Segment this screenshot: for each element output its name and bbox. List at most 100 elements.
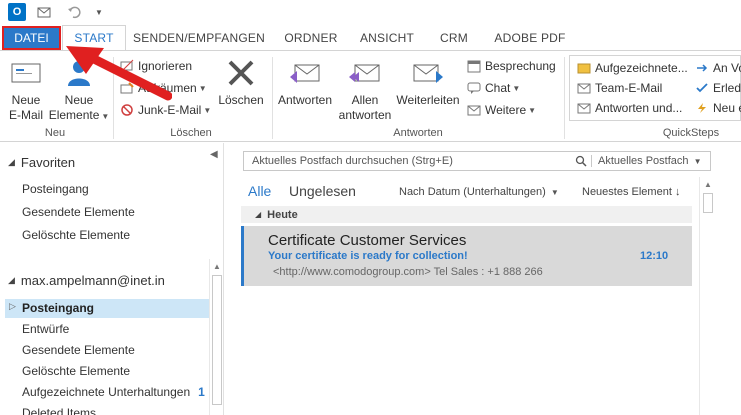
scrollbar-thumb[interactable] [212, 275, 222, 405]
cleanup-icon [119, 80, 135, 96]
folder-inbox[interactable]: Posteingang [22, 301, 94, 315]
folder-recorded-conversations[interactable]: Aufgezeichnete Unterhaltungen 1 [22, 385, 205, 399]
ignore-button[interactable]: Ignorieren [119, 56, 192, 76]
folder-favorite-inbox[interactable]: Posteingang [22, 182, 89, 196]
delete-button[interactable]: Löschen [214, 55, 268, 108]
folder-recorded-label: Aufgezeichnete Unterhaltungen [22, 385, 191, 399]
meeting-label: Besprechung [485, 59, 556, 73]
group-separator [564, 57, 565, 139]
group-header-today[interactable]: ◢ Heute [241, 206, 692, 223]
forward-icon [411, 55, 445, 91]
tab-folder[interactable]: ORDNER [280, 25, 342, 50]
filter-unread[interactable]: Ungelesen [289, 183, 356, 199]
unread-count-badge: 1 [198, 385, 205, 399]
new-items-button[interactable]: Neue Elemente ▼ [49, 55, 109, 124]
new-email-label-2: E-Mail [8, 108, 43, 122]
scrollbar-thumb[interactable] [703, 193, 713, 213]
quicksteps-gallery: Aufgezeichnete... Team-E-Mail Antworten … [569, 55, 741, 121]
search-icon[interactable] [570, 155, 592, 167]
expand-triangle-icon[interactable]: ▷ [9, 301, 16, 312]
tab-crm[interactable]: CRM [432, 25, 476, 50]
team-email-icon [576, 80, 592, 96]
junk-label: Junk-E-Mail [138, 103, 202, 117]
message-time: 12:10 [640, 250, 669, 262]
sort-arrow-icon: ↓ [674, 186, 681, 198]
quickstep-team-email-label: Team-E-Mail [595, 81, 663, 95]
tab-view[interactable]: ANSICHT [356, 25, 418, 50]
ribbon: Neue E-Mail Neue Elemente ▼ Neu Ignoriere… [0, 50, 741, 142]
ribbon-tabs: DATEI START SENDEN/EMPFANGEN ORDNER ANSI… [0, 24, 741, 50]
sort-order-label: Neuestes Element [582, 186, 672, 198]
quickstep-reply-delete-label: Antworten und... [595, 101, 683, 115]
search-input[interactable]: Aktuelles Postfach durchsuchen (Strg+E) [244, 155, 570, 167]
chat-icon [466, 80, 482, 96]
ignore-label: Ignorieren [138, 59, 193, 73]
quickstep-team-email[interactable]: Team-E-Mail [576, 79, 662, 97]
checkmark-icon [694, 80, 710, 96]
outlook-logo-icon: O [8, 3, 26, 21]
sort-order-toggle[interactable]: Neuestes Element ↓ [582, 186, 680, 198]
quickstep-new[interactable]: Neu e [694, 99, 741, 117]
folder-deleted-items[interactable]: Deleted Items [22, 406, 96, 415]
quickstep-done-label: Erled [713, 81, 741, 95]
reply-all-label-2: antworten [338, 108, 392, 122]
quick-access-customize-icon[interactable]: ▼ [94, 3, 104, 21]
chat-button[interactable]: Chat ▼ [466, 78, 520, 98]
group-header-label: Heute [267, 208, 298, 221]
sort-by-dropdown[interactable]: Nach Datum (Unterhaltungen) ▼ [399, 186, 559, 198]
cleanup-button[interactable]: Aufräumen ▼ [119, 78, 207, 98]
folder-deleted[interactable]: Gelöschte Elemente [22, 364, 130, 378]
folder-sent[interactable]: Gesendete Elemente [22, 343, 135, 357]
scroll-up-icon[interactable]: ▲ [704, 180, 712, 189]
forward-label: Weiterleiten [396, 93, 460, 107]
reply-all-icon [348, 55, 382, 91]
undo-icon[interactable] [66, 3, 82, 21]
account-name: max.ampelmann@inet.in [20, 273, 165, 288]
delete-label: Löschen [218, 93, 264, 107]
quickstep-new-label: Neu e [713, 101, 741, 115]
search-scope-label: Aktuelles Postfach [598, 155, 689, 167]
junk-email-button[interactable]: Junk-E-Mail ▼ [119, 100, 211, 120]
more-respond-button[interactable]: Weitere ▼ [466, 100, 536, 120]
meeting-button[interactable]: Besprechung [466, 56, 556, 76]
group-label-new: Neu [44, 127, 66, 139]
junk-icon [119, 102, 135, 118]
message-list-scrollbar[interactable]: ▲ [699, 177, 715, 415]
quickstep-to-manager-label: An Vo [713, 61, 741, 75]
folder-favorite-sent[interactable]: Gesendete Elemente [22, 205, 135, 219]
reply-all-button[interactable]: Allen antworten [336, 55, 394, 123]
filter-all[interactable]: Alle [248, 183, 271, 199]
reply-button[interactable]: Antworten [276, 55, 334, 108]
quickstep-reply-delete[interactable]: Antworten und... [576, 99, 682, 117]
reply-delete-icon [576, 100, 592, 116]
new-email-label-1: Neue [11, 93, 41, 107]
folder-scrollbar[interactable]: ▲ [209, 259, 223, 415]
pin-icon[interactable]: ◀ [210, 149, 218, 160]
folder-favorite-deleted[interactable]: Gelöschte Elemente [22, 228, 130, 242]
group-label-respond: Antworten [393, 127, 443, 139]
send-receive-icon[interactable] [36, 3, 52, 21]
tab-send-receive[interactable]: SENDEN/EMPFANGEN [132, 25, 266, 50]
title-bar: O ▼ [0, 0, 741, 24]
scroll-up-icon[interactable]: ▲ [213, 262, 221, 271]
favorites-header[interactable]: ◢ Favoriten [8, 155, 75, 170]
search-box[interactable]: Aktuelles Postfach durchsuchen (Strg+E) … [243, 151, 711, 171]
tab-file[interactable]: DATEI [2, 26, 61, 50]
quickstep-done[interactable]: Erled [694, 79, 741, 97]
quickstep-recorded[interactable]: Aufgezeichnete... [576, 59, 688, 77]
chat-label: Chat [485, 81, 511, 95]
collapse-triangle-icon: ◢ [8, 157, 15, 167]
message-item[interactable]: Certificate Customer Services Your certi… [241, 226, 692, 286]
search-scope-dropdown[interactable]: Aktuelles Postfach ▼ [592, 155, 710, 167]
quickstep-to-manager[interactable]: An Vo [694, 59, 741, 77]
new-email-button[interactable]: Neue E-Mail [4, 55, 48, 123]
tab-start[interactable]: START [62, 25, 126, 50]
tab-adobe-pdf[interactable]: ADOBE PDF [490, 25, 570, 50]
message-list-pane: Aktuelles Postfach durchsuchen (Strg+E) … [231, 143, 741, 415]
delete-x-icon [224, 55, 258, 91]
forward-button[interactable]: Weiterleiten [396, 55, 460, 108]
group-label-quicksteps: QuickSteps [662, 127, 720, 139]
account-header[interactable]: ◢ max.ampelmann@inet.in [8, 273, 165, 288]
folder-drafts[interactable]: Entwürfe [22, 322, 69, 336]
new-items-icon [62, 55, 96, 91]
